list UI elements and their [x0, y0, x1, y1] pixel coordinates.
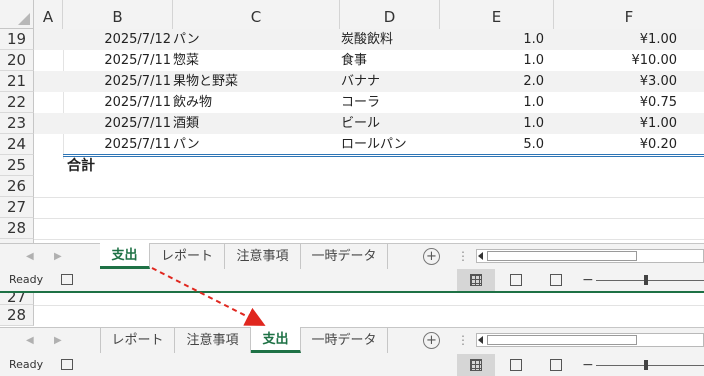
move-tab-arrow-icon	[151, 267, 266, 326]
